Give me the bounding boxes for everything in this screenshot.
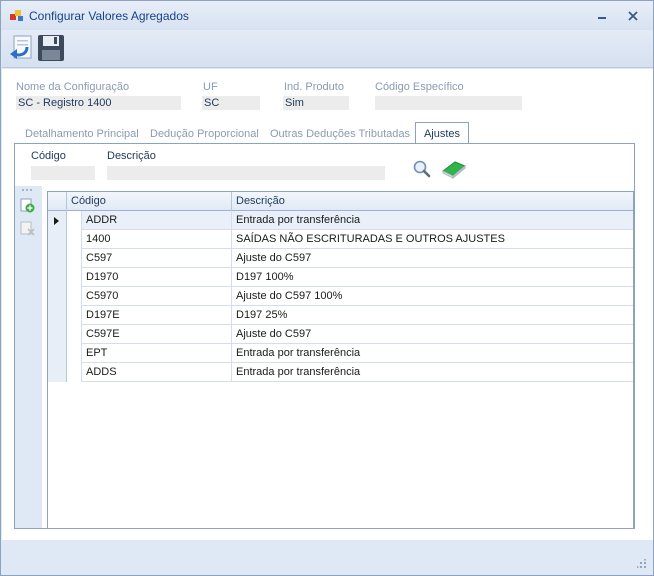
grid-header: Código Descrição bbox=[48, 192, 633, 211]
nome-field[interactable]: SC - Registro 1400 bbox=[16, 96, 181, 110]
row-gap-cell bbox=[67, 211, 82, 230]
title-bar: Configurar Valores Agregados bbox=[1, 1, 653, 30]
add-row-icon bbox=[20, 198, 35, 213]
cell-codigo[interactable]: C5970 bbox=[82, 287, 232, 306]
save-button[interactable] bbox=[36, 33, 66, 63]
tab-deducao-proporcional[interactable]: Dedução Proporcional bbox=[150, 123, 262, 145]
grid-side-toolbar bbox=[15, 186, 42, 528]
delete-row-icon bbox=[20, 221, 35, 236]
close-button[interactable] bbox=[624, 8, 642, 24]
cell-descricao[interactable]: D197 100% bbox=[232, 268, 632, 287]
table-row[interactable]: ADDR Entrada por transferência bbox=[48, 211, 633, 230]
row-gap-cell bbox=[67, 287, 82, 306]
row-indicator bbox=[48, 325, 67, 344]
table-row[interactable]: C5970 Ajuste do C597 100% bbox=[48, 287, 633, 306]
dialog-window: Configurar Valores Agregados Nome da Con… bbox=[0, 0, 654, 576]
table-row[interactable]: D197E D197 25% bbox=[48, 306, 633, 325]
row-indicator bbox=[48, 287, 67, 306]
main-content: Nome da Configuração SC - Registro 1400 … bbox=[2, 69, 653, 540]
filter-descricao-input[interactable] bbox=[107, 166, 385, 180]
magnifier-icon bbox=[413, 160, 431, 178]
codigo-especifico-field[interactable] bbox=[375, 96, 522, 110]
add-row-button[interactable] bbox=[20, 198, 36, 214]
table-row[interactable]: ADDS Entrada por transferência bbox=[48, 363, 633, 382]
row-indicator bbox=[48, 344, 67, 363]
cell-descricao[interactable]: Entrada por transferência bbox=[232, 211, 632, 230]
cell-codigo[interactable]: 1400 bbox=[82, 230, 232, 249]
row-gap-cell bbox=[67, 230, 82, 249]
undo-arrow-icon bbox=[10, 35, 32, 59]
close-icon bbox=[628, 11, 638, 21]
table-row[interactable]: C597E Ajuste do C597 bbox=[48, 325, 633, 344]
row-gap-cell bbox=[67, 306, 82, 325]
column-header-descricao[interactable]: Descrição bbox=[232, 192, 633, 211]
cell-descricao[interactable]: Ajuste do C597 bbox=[232, 249, 632, 268]
codigo-especifico-label: Código Específico bbox=[375, 81, 464, 93]
cell-descricao[interactable]: Ajuste do C597 bbox=[232, 325, 632, 344]
table-row[interactable]: C597 Ajuste do C597 bbox=[48, 249, 633, 268]
ind-produto-field[interactable]: Sim bbox=[283, 96, 349, 110]
ajustes-panel: Código Descrição Código Descrição ADDR E… bbox=[14, 143, 635, 529]
cell-codigo[interactable]: D197E bbox=[82, 306, 232, 325]
tab-outras-deducoes[interactable]: Outras Deduções Tributadas bbox=[270, 123, 412, 145]
row-indicator bbox=[48, 363, 67, 382]
uf-field[interactable]: SC bbox=[202, 96, 260, 110]
row-gap-cell bbox=[67, 268, 82, 287]
cell-descricao[interactable]: SAÍDAS NÃO ESCRITURADAS E OUTROS AJUSTES bbox=[232, 230, 632, 249]
app-icon bbox=[10, 10, 23, 21]
minimize-button[interactable] bbox=[593, 8, 611, 24]
row-gap-cell bbox=[67, 344, 82, 363]
row-gap-cell bbox=[67, 363, 82, 382]
status-bar bbox=[2, 541, 653, 575]
table-row[interactable]: 1400 SAÍDAS NÃO ESCRITURADAS E OUTROS AJ… bbox=[48, 230, 633, 249]
uf-label: UF bbox=[203, 81, 218, 93]
resize-grip-icon[interactable] bbox=[637, 559, 647, 569]
table-row[interactable]: EPT Entrada por transferência bbox=[48, 344, 633, 363]
cell-descricao[interactable]: D197 25% bbox=[232, 306, 632, 325]
search-button[interactable] bbox=[412, 159, 432, 179]
table-row[interactable]: D1970 D197 100% bbox=[48, 268, 633, 287]
cell-codigo[interactable]: ADDR bbox=[82, 211, 232, 230]
ajustes-grid: Código Descrição ADDR Entrada por transf… bbox=[47, 191, 634, 529]
filter-codigo-input[interactable] bbox=[31, 166, 95, 180]
current-row-arrow-icon bbox=[54, 217, 59, 225]
row-indicator bbox=[48, 268, 67, 287]
window-title: Configurar Valores Agregados bbox=[29, 9, 189, 23]
cell-codigo[interactable]: C597 bbox=[82, 249, 232, 268]
nome-label: Nome da Configuração bbox=[16, 81, 130, 93]
cell-codigo[interactable]: ADDS bbox=[82, 363, 232, 382]
ind-produto-label: Ind. Produto bbox=[284, 81, 344, 93]
tab-detalhamento-principal[interactable]: Detalhamento Principal bbox=[25, 123, 143, 145]
cell-descricao[interactable]: Entrada por transferência bbox=[232, 344, 632, 363]
cell-codigo[interactable]: EPT bbox=[82, 344, 232, 363]
cell-codigo[interactable]: D1970 bbox=[82, 268, 232, 287]
row-indicator bbox=[48, 211, 67, 230]
row-indicator bbox=[48, 249, 67, 268]
column-header-codigo[interactable]: Código bbox=[67, 192, 232, 211]
undo-button[interactable] bbox=[7, 33, 37, 63]
row-indicator bbox=[48, 230, 67, 249]
row-indicator bbox=[48, 306, 67, 325]
row-gap-cell bbox=[67, 249, 82, 268]
delete-row-button[interactable] bbox=[20, 221, 36, 237]
clear-filter-button[interactable] bbox=[440, 158, 468, 180]
filter-codigo-label: Código bbox=[31, 150, 66, 162]
header-indicator-cell bbox=[48, 192, 67, 211]
filter-descricao-label: Descrição bbox=[107, 150, 156, 162]
eraser-icon bbox=[442, 161, 466, 180]
minimize-icon bbox=[598, 17, 606, 19]
grip-icon bbox=[22, 189, 32, 191]
toolbar bbox=[2, 30, 653, 68]
cell-codigo[interactable]: C597E bbox=[82, 325, 232, 344]
floppy-disk-icon bbox=[38, 35, 64, 61]
cell-descricao[interactable]: Ajuste do C597 100% bbox=[232, 287, 632, 306]
cell-descricao[interactable]: Entrada por transferência bbox=[232, 363, 632, 382]
row-gap-cell bbox=[67, 325, 82, 344]
